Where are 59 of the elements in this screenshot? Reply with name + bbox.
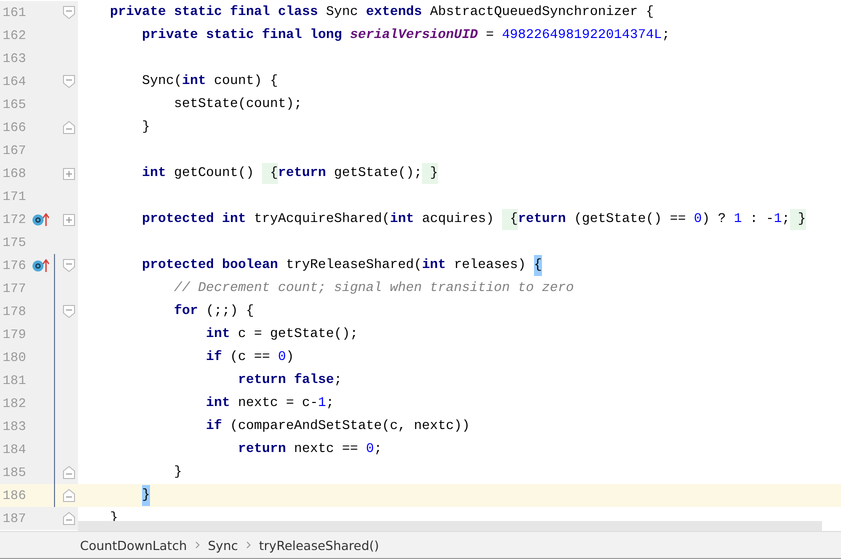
fold-icon[interactable] [63, 259, 75, 272]
line-number: 161 [2, 5, 26, 20]
code-line: Sync(int count) { [140, 74, 278, 89]
line-number: 178 [2, 304, 26, 319]
fold-icon[interactable] [63, 6, 75, 19]
line-number: 171 [2, 189, 26, 204]
line-number: 164 [2, 74, 26, 89]
code-line: if (c == 0) [204, 350, 294, 365]
fold-icon[interactable] [63, 466, 75, 479]
line-number: 181 [2, 373, 26, 388]
code-line: int nextc = c-1; [204, 396, 334, 411]
code-line: if (compareAndSetState(c, nextc)) [204, 419, 470, 434]
fold-icon[interactable] [63, 121, 75, 134]
line-number: 179 [2, 327, 26, 342]
fold-icon[interactable] [63, 305, 75, 318]
line-number: 187 [2, 511, 26, 526]
code-line: } [172, 465, 182, 480]
code-line: return false; [236, 373, 342, 388]
code-line: private static final class Sync extends AbstractQueuedSynchronizer { [108, 5, 654, 20]
fold-icon[interactable] [63, 489, 75, 502]
line-number: 167 [2, 143, 26, 158]
breadcrumb[interactable]: tryReleaseShared() [259, 538, 380, 552]
code-line: } [78, 485, 150, 506]
chevron-icon [246, 541, 252, 549]
line-number: 166 [2, 120, 26, 135]
code-line: for (;;) { [172, 304, 254, 319]
code-line: return nextc == 0; [236, 442, 382, 457]
line-number: 186 [2, 488, 26, 503]
fold-icon[interactable] [63, 512, 75, 525]
code-line: protected int tryAcquireShared(int acquires) {return (getState() == 0) ? 1 : -1; } [78, 209, 806, 230]
line-number: 163 [2, 51, 26, 66]
expand-icon[interactable] [63, 168, 75, 180]
line-number: 177 [2, 281, 26, 296]
code-line: int c = getState(); [204, 327, 358, 342]
fold-icon[interactable] [63, 75, 75, 88]
line-number: 184 [2, 442, 26, 457]
code-line: // Decrement count; signal when transition to zero [172, 281, 574, 296]
line-number: 182 [2, 396, 26, 411]
chevron-icon [194, 541, 200, 549]
breadcrumb[interactable]: CountDownLatch [80, 538, 187, 552]
code-line: } [140, 120, 150, 135]
line-number: 165 [2, 97, 26, 112]
code-line: private static final long serialVersionUID = 4982264981922014374L; [140, 28, 670, 43]
line-number: 183 [2, 419, 26, 434]
line-number: 175 [2, 235, 26, 250]
code-line: int getCount() {return getState(); } [78, 163, 438, 184]
line-number: 176 [2, 258, 26, 273]
code-line: protected boolean tryReleaseShared(int releases) { [78, 255, 542, 276]
line-number: 172 [2, 212, 26, 227]
code-line: setState(count); [172, 97, 302, 112]
circle-up-arrow-icon[interactable] [32, 212, 48, 226]
circle-up-arrow-icon[interactable] [32, 258, 48, 272]
breadcrumb[interactable]: Sync [208, 538, 238, 552]
line-number: 185 [2, 465, 26, 480]
expand-icon[interactable] [63, 214, 75, 226]
line-number: 162 [2, 28, 26, 43]
line-number: 180 [2, 350, 26, 365]
line-number: 168 [2, 166, 26, 181]
horizontal-scrollbar[interactable] [78, 521, 822, 531]
